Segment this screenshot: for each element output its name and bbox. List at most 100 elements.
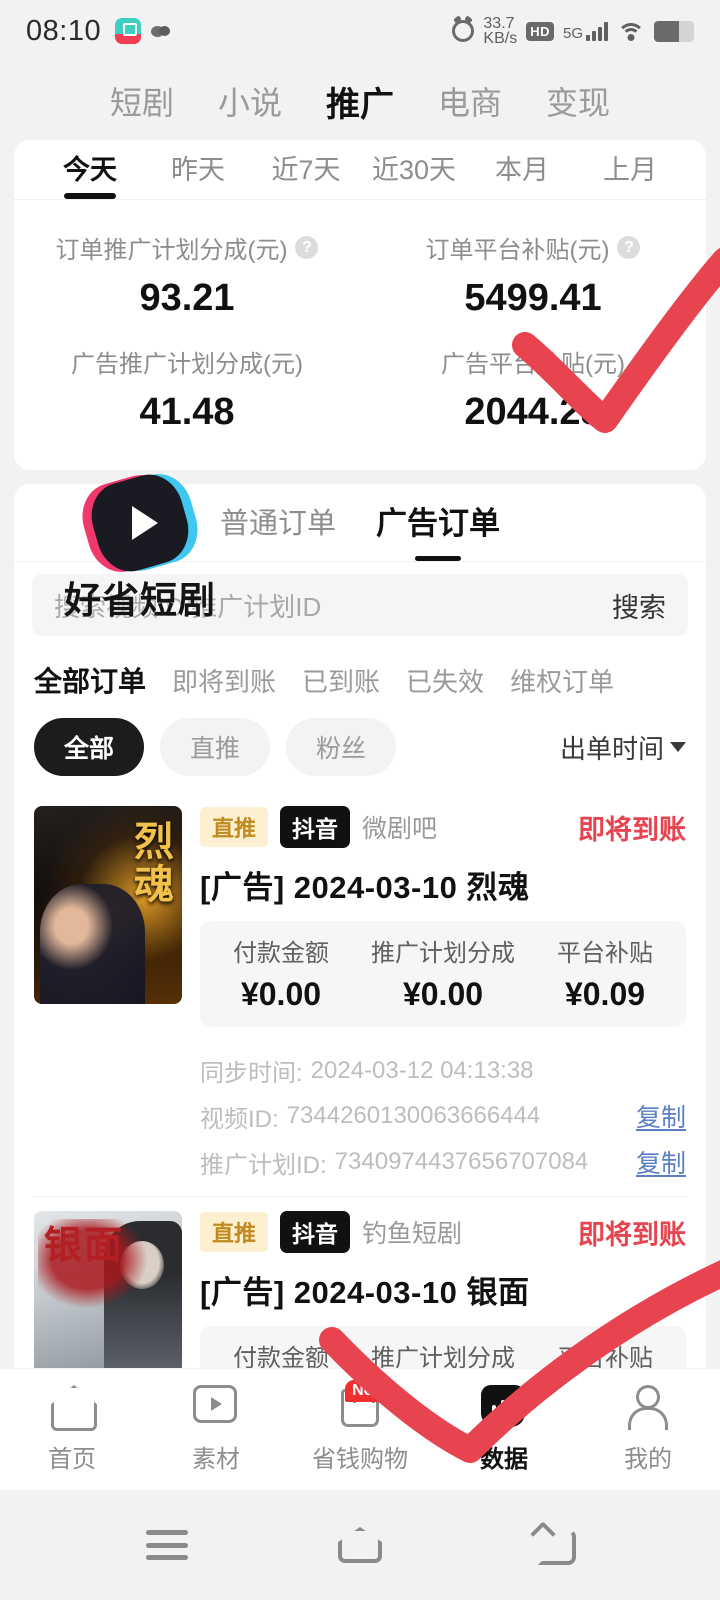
sort-label: 出单时间 bbox=[560, 729, 664, 766]
status-tab-received[interactable]: 已到账 bbox=[302, 662, 380, 699]
stats-card: 今天 昨天 近7天 近30天 本月 上月 订单推广计划分成(元) ? 93.21… bbox=[14, 140, 706, 470]
signal-bars-icon bbox=[586, 21, 608, 41]
filter-chip-row: 全部 直推 粉丝 出单时间 bbox=[14, 706, 706, 792]
badge-platform: 抖音 bbox=[280, 806, 350, 848]
stat-order-plan-share-label-wrap: 订单推广计划分成(元) ? bbox=[56, 230, 319, 265]
order-shop-name: 微剧吧 bbox=[362, 809, 437, 845]
stat-order-plan-share-value: 93.21 bbox=[14, 277, 360, 320]
bottom-nav-item-home[interactable]: 首页 bbox=[0, 1385, 144, 1474]
search-button[interactable]: 搜索 bbox=[612, 586, 666, 625]
chevron-down-icon bbox=[670, 742, 686, 752]
top-tab-duanju[interactable]: 短剧 bbox=[110, 78, 174, 124]
order-value-subsidy-label: 平台补贴 bbox=[524, 933, 686, 968]
top-tab-bianxian[interactable]: 变现 bbox=[546, 78, 610, 124]
tab-ad-orders[interactable]: 广告订单 bbox=[376, 498, 500, 547]
order-type-tabs[interactable]: 普通订单 广告订单 bbox=[14, 484, 706, 562]
order-value-subsidy: 平台补贴 ¥0.09 bbox=[524, 933, 686, 1013]
date-tab-thismonth-label: 本月 bbox=[495, 155, 549, 185]
menu-icon[interactable] bbox=[146, 1530, 188, 1560]
bottom-nav-item-data[interactable]: 数据 bbox=[432, 1385, 576, 1474]
order-thumbnail[interactable]: 烈魂 bbox=[34, 806, 182, 1004]
order-values: 付款金额 ¥0.00 推广计划分成 ¥0.00 平台补贴 ¥0.09 bbox=[200, 921, 686, 1027]
order-status-tabs[interactable]: 全部订单 即将到账 已到账 已失效 维权订单 bbox=[14, 642, 706, 706]
search-bar[interactable]: 搜索视频ID/推广计划ID 搜索 bbox=[32, 574, 688, 636]
order-status-badge: 即将到账 bbox=[578, 1213, 686, 1252]
status-tab-pending[interactable]: 即将到账 bbox=[172, 662, 276, 699]
date-tab-last30days[interactable]: 近30天 bbox=[360, 148, 468, 199]
help-icon[interactable]: ? bbox=[617, 236, 640, 259]
shopping-bag-icon: New bbox=[341, 1389, 379, 1427]
search-input[interactable]: 搜索视频ID/推广计划ID bbox=[54, 587, 612, 624]
order-value-payment-label: 付款金额 bbox=[200, 933, 362, 968]
order-meta: 同步时间: 2024-03-12 04:13:38 视频ID: 73442601… bbox=[14, 1033, 706, 1196]
top-tab-tuiguang[interactable]: 推广 bbox=[326, 77, 394, 126]
stat-ad-platform-subsidy: 广告平台补贴(元) 2044.28 bbox=[360, 332, 706, 446]
stat-ad-platform-subsidy-label-wrap: 广告平台补贴(元) bbox=[441, 344, 625, 379]
bottom-nav-bar: 首页 素材 New 省钱购物 数据 我的 bbox=[0, 1368, 720, 1490]
order-item[interactable]: 烈魂 直推 抖音 微剧吧 即将到账 [广告] 2024-03-10 烈魂 付款金… bbox=[14, 792, 706, 1033]
order-body: 直推 抖音 微剧吧 即将到账 [广告] 2024-03-10 烈魂 付款金额 ¥… bbox=[200, 806, 686, 1027]
date-tab-thismonth[interactable]: 本月 bbox=[468, 148, 576, 199]
search-section: 搜索视频ID/推广计划ID 搜索 bbox=[14, 562, 706, 642]
network-speed-value: 33.7 bbox=[483, 16, 517, 31]
sort-by-order-time-button[interactable]: 出单时间 bbox=[560, 729, 686, 766]
badge-source: 直推 bbox=[200, 807, 268, 847]
status-tab-all-orders[interactable]: 全部订单 bbox=[34, 660, 146, 700]
date-tab-lastmonth[interactable]: 上月 bbox=[576, 148, 684, 199]
chip-all[interactable]: 全部 bbox=[34, 718, 144, 776]
status-bar-notification-icons bbox=[115, 18, 170, 44]
stats-row-1: 订单推广计划分成(元) ? 93.21 订单平台补贴(元) ? 5499.41 bbox=[14, 218, 706, 332]
date-range-tabs[interactable]: 今天 昨天 近7天 近30天 本月 上月 bbox=[14, 140, 706, 200]
poster-title-text: 银面 bbox=[44, 1227, 124, 1265]
order-plan-id-value: 7340974437656707084 bbox=[335, 1148, 589, 1176]
copy-plan-id-button[interactable]: 复制 bbox=[636, 1144, 686, 1180]
order-header-row: 直推 抖音 微剧吧 即将到账 bbox=[200, 806, 686, 848]
order-value-plan-share-label: 推广计划分成 bbox=[362, 933, 524, 968]
stat-order-platform-subsidy-value: 5499.41 bbox=[360, 277, 706, 320]
stat-ad-platform-subsidy-label: 广告平台补贴(元) bbox=[441, 344, 625, 379]
stats-row-2: 广告推广计划分成(元) 41.48 广告平台补贴(元) 2044.28 bbox=[14, 332, 706, 446]
chip-fans[interactable]: 粉丝 bbox=[286, 718, 396, 776]
bottom-nav-profile-label: 我的 bbox=[624, 1439, 672, 1474]
app-root: 08:10 33.7 KB/s HD 5G 短剧 小说 推广 电商 变现 bbox=[0, 0, 720, 1600]
status-bar-system-icons: 33.7 KB/s HD 5G bbox=[452, 16, 694, 46]
status-tab-rights[interactable]: 维权订单 bbox=[510, 662, 614, 699]
bottom-nav-item-shopping[interactable]: New 省钱购物 bbox=[288, 1385, 432, 1474]
poster-title-text: 烈魂 bbox=[130, 820, 170, 906]
order-video-id-value: 7344260130063666444 bbox=[287, 1102, 541, 1130]
copy-video-id-button[interactable]: 复制 bbox=[636, 1098, 686, 1134]
top-nav-tabs[interactable]: 短剧 小说 推广 电商 变现 bbox=[0, 62, 720, 140]
date-tab-today[interactable]: 今天 bbox=[36, 148, 144, 199]
order-sync-time-row: 同步时间: 2024-03-12 04:13:38 bbox=[200, 1053, 686, 1088]
alarm-icon bbox=[452, 20, 474, 42]
bottom-nav-item-profile[interactable]: 我的 bbox=[576, 1385, 720, 1474]
help-icon[interactable]: ? bbox=[295, 236, 318, 259]
user-icon bbox=[625, 1385, 665, 1427]
top-tab-xiaoshuo[interactable]: 小说 bbox=[218, 78, 282, 124]
top-tab-dianshang[interactable]: 电商 bbox=[438, 78, 502, 124]
bottom-nav-home-label: 首页 bbox=[48, 1439, 96, 1474]
stat-ad-plan-share-label-wrap: 广告推广计划分成(元) bbox=[71, 344, 303, 379]
home-icon[interactable] bbox=[338, 1527, 382, 1563]
bottom-nav-item-materials[interactable]: 素材 bbox=[144, 1385, 288, 1474]
date-tab-yesterday[interactable]: 昨天 bbox=[144, 148, 252, 199]
date-tab-last7days[interactable]: 近7天 bbox=[252, 148, 360, 199]
order-title: [广告] 2024-03-10 烈魂 bbox=[200, 862, 686, 907]
date-tab-today-label: 今天 bbox=[63, 155, 117, 185]
home-icon bbox=[49, 1385, 93, 1425]
stat-order-platform-subsidy: 订单平台补贴(元) ? 5499.41 bbox=[360, 218, 706, 332]
tab-normal-orders[interactable]: 普通订单 bbox=[220, 500, 336, 546]
order-video-id-row: 视频ID: 7344260130063666444 复制 bbox=[200, 1098, 686, 1134]
badge-platform: 抖音 bbox=[280, 1211, 350, 1253]
hd-icon: HD bbox=[526, 22, 554, 41]
status-bar: 08:10 33.7 KB/s HD 5G bbox=[0, 0, 720, 62]
stat-ad-platform-subsidy-value: 2044.28 bbox=[360, 391, 706, 434]
order-sync-time-label: 同步时间: bbox=[200, 1053, 303, 1088]
order-sync-time-value: 2024-03-12 04:13:38 bbox=[311, 1057, 534, 1085]
status-tab-expired[interactable]: 已失效 bbox=[406, 662, 484, 699]
order-value-plan-share-amount: ¥0.00 bbox=[362, 976, 524, 1013]
network-type-label: 5G bbox=[563, 27, 583, 41]
back-icon[interactable] bbox=[532, 1527, 574, 1563]
stats-grid: 订单推广计划分成(元) ? 93.21 订单平台补贴(元) ? 5499.41 bbox=[14, 200, 706, 470]
chip-direct[interactable]: 直推 bbox=[160, 718, 270, 776]
